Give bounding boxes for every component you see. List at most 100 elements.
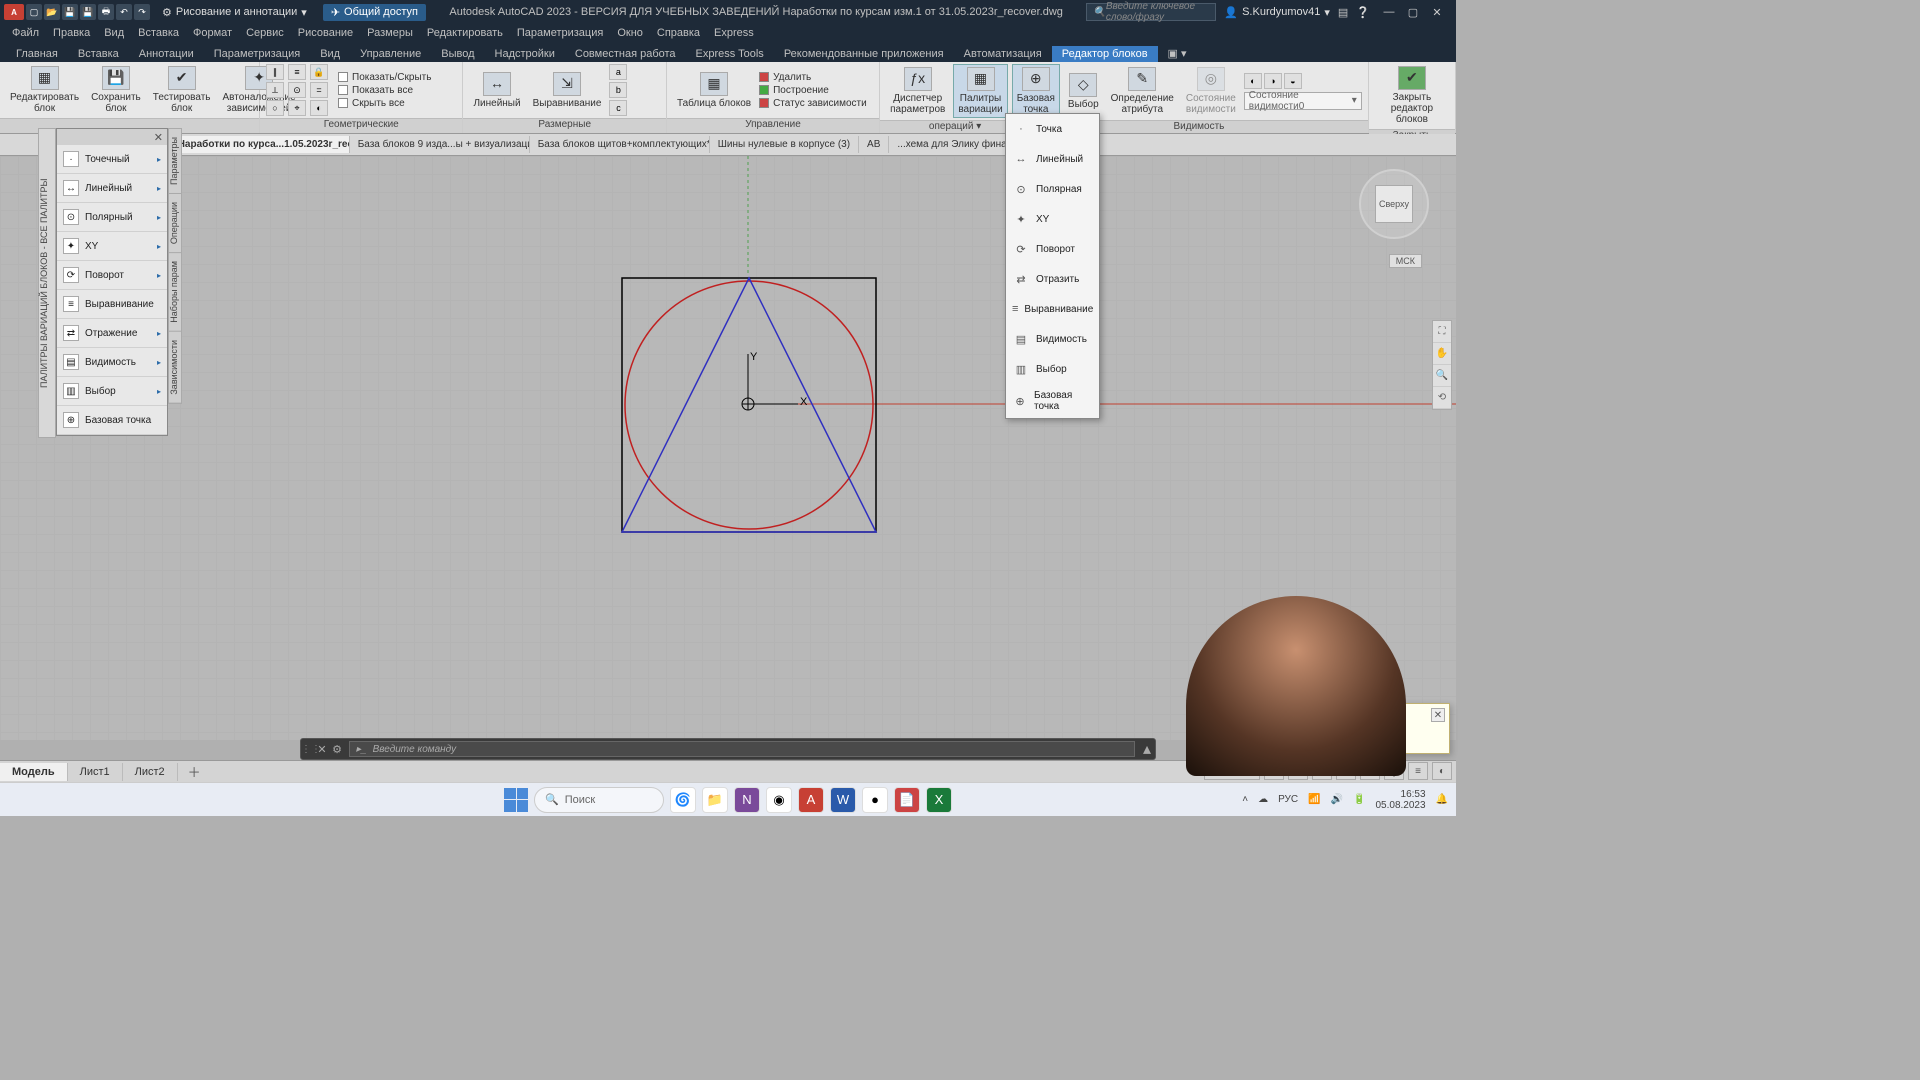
- dim-btn-2[interactable]: b: [609, 82, 627, 98]
- block-table-button[interactable]: ▦Таблица блоков: [673, 70, 755, 111]
- wcs-label[interactable]: МСК: [1389, 254, 1422, 268]
- taskbar-search[interactable]: 🔍Поиск: [534, 787, 664, 813]
- tab-blockeditor[interactable]: Редактор блоков: [1052, 46, 1158, 62]
- palette-item-point[interactable]: ·Точечный▸: [57, 145, 167, 174]
- dropdown-mirror[interactable]: ⇄Отразить: [1006, 264, 1099, 294]
- menu-format[interactable]: Формат: [187, 26, 238, 40]
- tab-auto[interactable]: Автоматизация: [954, 46, 1052, 62]
- geo-btn-9[interactable]: ◐: [310, 100, 328, 116]
- tab-param[interactable]: Параметризация: [204, 46, 310, 62]
- dropdown-point[interactable]: ·Точка: [1006, 114, 1099, 144]
- tab-view[interactable]: Вид: [310, 46, 350, 62]
- dropdown-linear[interactable]: ↔Линейный: [1006, 144, 1099, 174]
- sidetab-constraints[interactable]: Зависимости: [169, 332, 181, 404]
- vis-btn-1[interactable]: ◐: [1244, 73, 1262, 89]
- nav-pan-icon[interactable]: ✋: [1433, 343, 1451, 365]
- palette-item-xy[interactable]: ✦XY▸: [57, 232, 167, 261]
- tray-battery-icon[interactable]: 🔋: [1353, 794, 1365, 805]
- taskbar-chrome-icon[interactable]: ◉: [766, 787, 792, 813]
- tab-express[interactable]: Express Tools: [686, 46, 774, 62]
- tray-clock[interactable]: 16:53 05.08.2023: [1375, 789, 1425, 811]
- tray-chevron-icon[interactable]: ˄: [1242, 794, 1248, 805]
- edit-block-button[interactable]: ▦Редактировать блок: [6, 64, 83, 116]
- geo-btn-3[interactable]: ○: [266, 100, 284, 116]
- doc-tab-5[interactable]: Шины нулевые в корпусе (3): [710, 136, 859, 153]
- menu-express[interactable]: Express: [708, 26, 760, 40]
- save-block-button[interactable]: 💾Сохранить блок: [87, 64, 145, 116]
- dropdown-polar[interactable]: ⊙Полярная: [1006, 174, 1099, 204]
- palette-item-align[interactable]: ≡Выравнивание: [57, 290, 167, 319]
- start-button[interactable]: [504, 788, 528, 812]
- sidetab-sets[interactable]: Наборы парам: [169, 253, 181, 332]
- menu-param[interactable]: Параметризация: [511, 26, 609, 40]
- taskbar-excel-icon[interactable]: X: [926, 787, 952, 813]
- taskbar-explorer-icon[interactable]: 📁: [702, 787, 728, 813]
- show-hide-check[interactable]: Показать/Скрыть: [338, 72, 431, 83]
- vis-btn-2[interactable]: ◑: [1264, 73, 1282, 89]
- tray-notification-icon[interactable]: 🔔: [1436, 794, 1448, 805]
- palette-item-basepoint[interactable]: ⊕Базовая точка: [57, 406, 167, 435]
- doc-tab-3[interactable]: База блоков 9 изда...ы + визуализация)*: [350, 136, 530, 153]
- menu-window[interactable]: Окно: [611, 26, 649, 40]
- palette-close-icon[interactable]: ✕: [154, 131, 163, 144]
- tab-manage[interactable]: Управление: [350, 46, 431, 62]
- saveas-icon[interactable]: 💾: [80, 4, 96, 20]
- viewcube[interactable]: Сверху: [1354, 164, 1434, 244]
- user-menu[interactable]: 👤 S.Kurdyumov41 ▾: [1224, 6, 1330, 19]
- menu-modify[interactable]: Редактировать: [421, 26, 509, 40]
- palette-item-flip[interactable]: ⇄Отражение▸: [57, 319, 167, 348]
- geo-btn-8[interactable]: =: [310, 82, 328, 98]
- menu-help[interactable]: Справка: [651, 26, 706, 40]
- nav-zoom-icon[interactable]: 🔍: [1433, 365, 1451, 387]
- geo-btn-4[interactable]: ≡: [288, 64, 306, 80]
- notification-close-icon[interactable]: ✕: [1431, 708, 1445, 722]
- taskbar-app1-icon[interactable]: N: [734, 787, 760, 813]
- nav-full-icon[interactable]: ⛶: [1433, 321, 1451, 343]
- geo-btn-1[interactable]: ∥: [266, 64, 284, 80]
- sidetab-params[interactable]: Параметры: [169, 129, 181, 194]
- basepoint-button[interactable]: ⊕Базовая точка: [1012, 64, 1060, 118]
- vis-state-button[interactable]: ◎Состояние видимости: [1182, 65, 1240, 117]
- new-icon[interactable]: ▢: [26, 4, 42, 20]
- vis-btn-3[interactable]: ◒: [1284, 73, 1302, 89]
- keyword-search[interactable]: 🔍 Введите ключевое слово/фразу: [1086, 3, 1216, 21]
- geo-btn-2[interactable]: ⟂: [266, 82, 284, 98]
- doc-tab-2[interactable]: Наработки по курса...1.05.2023r_recover*…: [170, 136, 350, 153]
- menu-view[interactable]: Вид: [98, 26, 130, 40]
- cmd-config-icon[interactable]: ⚙: [329, 743, 345, 756]
- tab-featured[interactable]: Рекомендованные приложения: [774, 46, 954, 62]
- menu-edit[interactable]: Правка: [47, 26, 96, 40]
- palette-dock-title[interactable]: ПАЛИТРЫ ВАРИАЦИЙ БЛОКОВ - ВСЕ ПАЛИТРЫ: [38, 128, 56, 438]
- viewcube-face[interactable]: Сверху: [1375, 185, 1413, 223]
- dropdown-align[interactable]: ≡Выравнивание: [1006, 294, 1099, 324]
- tab-annot[interactable]: Аннотации: [129, 46, 204, 62]
- status-item[interactable]: Статус зависимости: [759, 98, 867, 109]
- align-dim-button[interactable]: ⇲Выравнивание: [529, 70, 606, 111]
- dropdown-visibility[interactable]: ▤Видимость: [1006, 324, 1099, 354]
- cmd-grip-icon[interactable]: ⋮⋮: [301, 744, 315, 755]
- sidetab-actions[interactable]: Операции: [169, 194, 181, 253]
- autodesk-icon[interactable]: ▤: [1338, 6, 1348, 19]
- doc-tab-4[interactable]: База блоков щитов+комплектующих*: [530, 136, 710, 153]
- authoring-palettes-button[interactable]: ▦Палитры вариации: [953, 64, 1007, 118]
- viewcube-ring[interactable]: Сверху: [1359, 169, 1429, 239]
- show-all-check[interactable]: Показать все: [338, 85, 431, 96]
- command-input[interactable]: ▸_ Введите команду: [349, 741, 1135, 757]
- app-logo[interactable]: A: [4, 4, 24, 20]
- tray-onedrive-icon[interactable]: ☁: [1258, 794, 1268, 805]
- taskbar-word-icon[interactable]: W: [830, 787, 856, 813]
- linear-dim-button[interactable]: ↔Линейный: [469, 70, 524, 111]
- dropdown-basepoint[interactable]: ⊕Базовая точка: [1006, 384, 1099, 418]
- minimize-button[interactable]: —: [1378, 1, 1400, 23]
- palette-item-lookup[interactable]: ▥Выбор▸: [57, 377, 167, 406]
- tab-home[interactable]: Главная: [6, 46, 68, 62]
- share-button[interactable]: ✈ Общий доступ: [323, 4, 426, 21]
- taskbar-app2-icon[interactable]: ●: [862, 787, 888, 813]
- menu-service[interactable]: Сервис: [240, 26, 290, 40]
- cmd-history-icon[interactable]: ▴: [1139, 739, 1155, 759]
- geo-btn-6[interactable]: ⌖: [288, 100, 306, 116]
- menu-file[interactable]: Файл: [6, 26, 45, 40]
- nav-orbit-icon[interactable]: ⟲: [1433, 387, 1451, 409]
- palette-item-polar[interactable]: ⊙Полярный▸: [57, 203, 167, 232]
- doc-tab-6[interactable]: АВ: [859, 136, 889, 153]
